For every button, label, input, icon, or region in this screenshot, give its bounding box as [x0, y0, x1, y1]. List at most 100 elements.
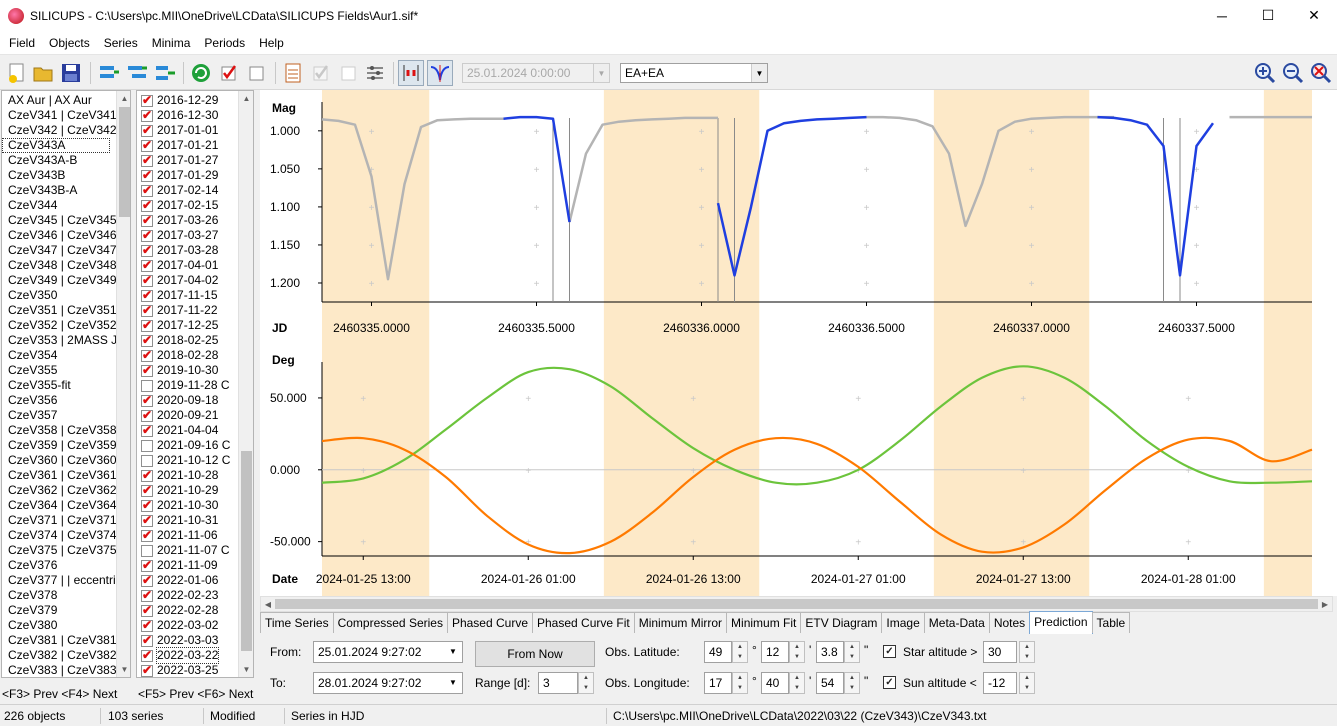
- series-list-item[interactable]: 2022-01-06: [137, 573, 253, 588]
- series-list-item[interactable]: 2022-02-28: [137, 603, 253, 618]
- tab-prediction[interactable]: Prediction: [1029, 611, 1093, 634]
- series-list-item[interactable]: 2021-11-07 C: [137, 543, 253, 558]
- scroll-thumb[interactable]: [241, 451, 252, 651]
- menu-minima[interactable]: Minima: [147, 36, 196, 50]
- star-altitude-spinner[interactable]: ▲ ▼: [1019, 641, 1035, 663]
- object-list-item[interactable]: CzeV350: [2, 288, 130, 303]
- series-list-item[interactable]: 2021-10-28: [137, 468, 253, 483]
- series-checkbox[interactable]: [141, 168, 153, 183]
- series-checkbox[interactable]: [141, 379, 153, 392]
- latitude-sec-field[interactable]: 3.8: [816, 641, 844, 663]
- scroll-right-icon[interactable]: ▶: [1318, 597, 1332, 611]
- objects-list[interactable]: AX Aur | AX Aur CzeV341 | CzeV341 CzeV342 …: [1, 90, 131, 678]
- series-checkbox[interactable]: [141, 183, 153, 198]
- charts-svg[interactable]: Mag 1.000 1.050 1.100 1.150 1.200 JD 2460335.00…: [260, 90, 1337, 596]
- objects-scrollbar[interactable]: ▲ ▼: [116, 91, 130, 677]
- series-checkbox[interactable]: [141, 153, 153, 168]
- object-list-item[interactable]: CzeV347 | CzeV347: [2, 243, 130, 258]
- series-checkbox[interactable]: [141, 93, 153, 108]
- tab-notes[interactable]: Notes: [988, 612, 1031, 633]
- series-checkbox[interactable]: [141, 348, 153, 363]
- series-list-item[interactable]: 2016-12-30: [137, 108, 253, 123]
- series-checkbox[interactable]: [141, 228, 153, 243]
- latitude-min-spinner[interactable]: ▲ ▼: [789, 641, 805, 663]
- longitude-sec-spinner[interactable]: ▲ ▼: [844, 672, 860, 694]
- object-list-item[interactable]: CzeV355-fit: [2, 378, 130, 393]
- series-checkbox[interactable]: [141, 454, 153, 467]
- type-combo[interactable]: EA+EA ▼: [620, 63, 768, 83]
- sun-altitude-field[interactable]: -12: [983, 672, 1017, 694]
- series-list-item[interactable]: 2017-01-21: [137, 138, 253, 153]
- object-list-item[interactable]: CzeV382 | CzeV382: [2, 648, 130, 663]
- object-list-item[interactable]: CzeV352 | CzeV352: [2, 318, 130, 333]
- series-list-item[interactable]: 2018-02-25: [137, 333, 253, 348]
- series-checkbox[interactable]: [141, 393, 153, 408]
- latitude-min-field[interactable]: 12: [761, 641, 789, 663]
- minima-list-icon[interactable]: [280, 60, 306, 86]
- tab-meta-data[interactable]: Meta-Data: [923, 612, 990, 633]
- latitude-sec-spinner[interactable]: ▲ ▼: [844, 641, 860, 663]
- series-checkbox[interactable]: [141, 423, 153, 438]
- series-checkbox[interactable]: [141, 333, 153, 348]
- series-checkbox[interactable]: [141, 439, 153, 452]
- tab-minimum-mirror[interactable]: Minimum Mirror: [633, 612, 728, 633]
- series-list-item[interactable]: 2017-01-29: [137, 168, 253, 183]
- series-checkbox[interactable]: [141, 138, 153, 153]
- sun-altitude-checkbox[interactable]: [883, 676, 896, 689]
- series-checkbox[interactable]: [141, 603, 153, 618]
- chart-panel[interactable]: Mag 1.000 1.050 1.100 1.150 1.200 JD 2460335.00…: [260, 90, 1337, 596]
- save-icon[interactable]: [58, 60, 84, 86]
- scroll-thumb[interactable]: [275, 599, 1318, 609]
- object-list-item[interactable]: CzeV349 | CzeV349: [2, 273, 130, 288]
- object-list-item[interactable]: CzeV364 | CzeV364 |: [2, 498, 130, 513]
- series-checkbox[interactable]: [141, 198, 153, 213]
- object-list-item[interactable]: CzeV360 | CzeV360: [2, 453, 130, 468]
- chevron-down-icon[interactable]: ▼: [751, 64, 767, 82]
- latitude-deg-field[interactable]: 49: [704, 641, 732, 663]
- series-checkbox[interactable]: [141, 123, 153, 138]
- series-list-item[interactable]: 2017-03-27: [137, 228, 253, 243]
- tab-time-series[interactable]: Time Series: [260, 612, 334, 633]
- series-list-item[interactable]: 2022-03-03: [137, 633, 253, 648]
- series-checkbox[interactable]: [141, 468, 153, 483]
- object-list-item[interactable]: CzeV343A: [2, 138, 110, 153]
- menu-help[interactable]: Help: [254, 36, 289, 50]
- uncheck-all-icon[interactable]: [244, 60, 270, 86]
- range-field[interactable]: 3: [538, 672, 578, 694]
- range-spinner[interactable]: ▲ ▼: [578, 672, 594, 694]
- tab-compressed-series[interactable]: Compressed Series: [332, 612, 448, 633]
- settings-sliders-icon[interactable]: [362, 60, 388, 86]
- series-list-item[interactable]: 2017-04-02: [137, 273, 253, 288]
- series-list-item[interactable]: 2017-02-15: [137, 198, 253, 213]
- series-list-item[interactable]: 2017-11-22: [137, 303, 253, 318]
- scroll-up-icon[interactable]: ▲: [117, 91, 130, 106]
- object-list-item[interactable]: CzeV355: [2, 363, 130, 378]
- star-altitude-field[interactable]: 30: [983, 641, 1017, 663]
- minima-markers-icon[interactable]: [398, 60, 424, 86]
- series-checkbox[interactable]: [141, 573, 153, 588]
- object-list-item[interactable]: CzeV343A-B: [2, 153, 130, 168]
- zoom-out-icon[interactable]: [1280, 60, 1306, 86]
- object-list-item[interactable]: CzeV379: [2, 603, 130, 618]
- star-altitude-checkbox[interactable]: [883, 645, 896, 658]
- longitude-min-spinner[interactable]: ▲ ▼: [789, 672, 805, 694]
- series-checkbox[interactable]: [141, 258, 153, 273]
- series-checkbox[interactable]: [141, 588, 153, 603]
- latitude-deg-spinner[interactable]: ▲ ▼: [732, 641, 748, 663]
- object-list-item[interactable]: CzeV362 | CzeV362: [2, 483, 130, 498]
- series-scrollbar[interactable]: ▲ ▼: [238, 91, 253, 677]
- object-list-item[interactable]: CzeV377 | | eccentric: [2, 573, 130, 588]
- minimize-button[interactable]: ─: [1199, 0, 1245, 31]
- series-list-item[interactable]: 2017-11-15: [137, 288, 253, 303]
- object-list-item[interactable]: CzeV381 | CzeV381: [2, 633, 130, 648]
- series-checkbox[interactable]: [141, 498, 153, 513]
- object-list-item[interactable]: CzeV344: [2, 198, 130, 213]
- series-move-icon[interactable]: [124, 60, 150, 86]
- series-add-icon[interactable]: [96, 60, 122, 86]
- series-checkbox[interactable]: [141, 544, 153, 557]
- object-list-item[interactable]: CzeV376: [2, 558, 130, 573]
- to-date-dropdown-icon[interactable]: ▼: [445, 672, 461, 694]
- series-checkbox[interactable]: [141, 303, 153, 318]
- object-list-item[interactable]: CzeV361 | CzeV361: [2, 468, 130, 483]
- from-now-button[interactable]: From Now: [475, 641, 595, 667]
